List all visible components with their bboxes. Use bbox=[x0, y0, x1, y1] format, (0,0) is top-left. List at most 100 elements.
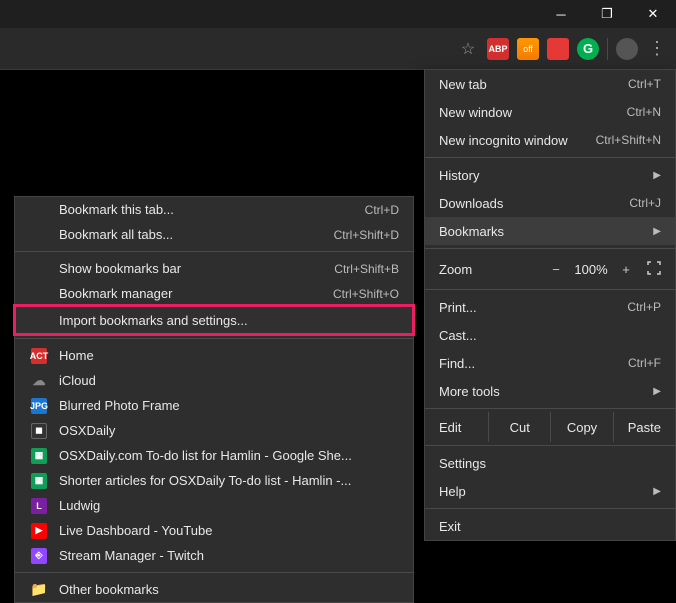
menu-label: Import bookmarks and settings... bbox=[59, 313, 399, 328]
bookmark-item[interactable]: ▦ OSXDaily.com To-do list for Hamlin - Go… bbox=[15, 443, 413, 468]
extension-honey-icon[interactable]: off bbox=[517, 38, 539, 60]
maximize-button[interactable]: ❐ bbox=[584, 0, 630, 28]
menu-zoom: Zoom − 100% + bbox=[425, 252, 675, 286]
extension-adblock-icon[interactable]: ABP bbox=[487, 38, 509, 60]
menu-label: Help bbox=[439, 484, 647, 499]
bookmark-item[interactable]: ▶Live Dashboard - YouTube bbox=[15, 518, 413, 543]
menu-separator bbox=[425, 445, 675, 446]
bookmark-label: Home bbox=[59, 348, 399, 363]
menu-separator bbox=[425, 508, 675, 509]
menu-incognito[interactable]: New incognito window Ctrl+Shift+N bbox=[425, 126, 675, 154]
cut-button[interactable]: Cut bbox=[488, 412, 550, 442]
menu-label: Bookmarks bbox=[439, 224, 647, 239]
menu-label: More tools bbox=[439, 384, 647, 399]
menu-label: New incognito window bbox=[439, 133, 596, 148]
menu-print[interactable]: Print... Ctrl+P bbox=[425, 293, 675, 321]
menu-shortcut: Ctrl+Shift+O bbox=[333, 287, 399, 301]
menu-shortcut: Ctrl+Shift+N bbox=[596, 133, 661, 147]
menu-help[interactable]: Help ▶ bbox=[425, 477, 675, 505]
menu-shortcut: Ctrl+Shift+D bbox=[334, 228, 399, 242]
bookmark-all-tabs[interactable]: Bookmark all tabs... Ctrl+Shift+D bbox=[15, 222, 413, 247]
favicon-icon: ☁ bbox=[31, 373, 47, 389]
bookmark-label: OSXDaily bbox=[59, 423, 399, 438]
favicon-icon: L bbox=[31, 498, 47, 514]
menu-downloads[interactable]: Downloads Ctrl+J bbox=[425, 189, 675, 217]
minimize-button[interactable]: ─ bbox=[538, 0, 584, 28]
bookmark-item[interactable]: L Ludwig bbox=[15, 493, 413, 518]
bookmark-item[interactable]: ▦ Shorter articles for OSXDaily To-do lis… bbox=[15, 468, 413, 493]
favicon-icon: ▦ bbox=[31, 473, 47, 489]
bookmark-item[interactable]: ◼OSXDaily bbox=[15, 418, 413, 443]
menu-settings[interactable]: Settings bbox=[425, 449, 675, 477]
copy-button[interactable]: Copy bbox=[550, 412, 612, 442]
menu-edit-row: Edit Cut Copy Paste bbox=[425, 412, 675, 442]
menu-label: Other bookmarks bbox=[59, 582, 399, 597]
menu-bookmarks[interactable]: Bookmarks ▶ bbox=[425, 217, 675, 245]
menu-label: Print... bbox=[439, 300, 627, 315]
menu-label: New window bbox=[439, 105, 627, 120]
close-button[interactable]: ✕ bbox=[630, 0, 676, 28]
favicon-icon: JPG bbox=[31, 398, 47, 414]
menu-separator bbox=[15, 251, 413, 252]
window-controls: ─ ❐ ✕ bbox=[538, 0, 676, 28]
favicon-icon: ⎆ bbox=[31, 548, 47, 564]
toolbar-separator bbox=[607, 38, 608, 60]
menu-separator bbox=[425, 248, 675, 249]
menu-separator bbox=[425, 157, 675, 158]
bookmark-label: Ludwig bbox=[59, 498, 399, 513]
menu-more-tools[interactable]: More tools ▶ bbox=[425, 377, 675, 405]
menu-new-tab[interactable]: New tab Ctrl+T bbox=[425, 70, 675, 98]
main-menu: New tab Ctrl+T New window Ctrl+N New inc… bbox=[424, 69, 676, 541]
show-bookmarks-bar[interactable]: Show bookmarks bar Ctrl+Shift+B bbox=[15, 256, 413, 281]
bookmark-star-icon[interactable]: ☆ bbox=[457, 38, 479, 60]
fullscreen-icon[interactable] bbox=[647, 261, 661, 278]
zoom-out-button[interactable]: − bbox=[543, 262, 569, 277]
menu-shortcut: Ctrl+F bbox=[628, 356, 661, 370]
other-bookmarks[interactable]: 📁 Other bookmarks bbox=[15, 577, 413, 602]
menu-label: Cast... bbox=[439, 328, 661, 343]
menu-label: New tab bbox=[439, 77, 628, 92]
bookmark-item[interactable]: ☁ iCloud bbox=[15, 368, 413, 393]
menu-shortcut: Ctrl+J bbox=[629, 196, 661, 210]
import-bookmarks[interactable]: Import bookmarks and settings... bbox=[15, 306, 413, 334]
favicon-icon: ▶ bbox=[31, 523, 47, 539]
bookmark-label: Blurred Photo Frame bbox=[59, 398, 399, 413]
edit-label: Edit bbox=[425, 412, 488, 442]
menu-new-window[interactable]: New window Ctrl+N bbox=[425, 98, 675, 126]
menu-label: Find... bbox=[439, 356, 628, 371]
menu-separator bbox=[425, 289, 675, 290]
bookmark-label: iCloud bbox=[59, 373, 399, 388]
menu-label: Settings bbox=[439, 456, 661, 471]
menu-label: Bookmark manager bbox=[59, 286, 333, 301]
menu-label: Exit bbox=[439, 519, 661, 534]
submenu-arrow-icon: ▶ bbox=[653, 170, 661, 181]
extension-grammarly-icon[interactable]: G bbox=[577, 38, 599, 60]
menu-cast[interactable]: Cast... bbox=[425, 321, 675, 349]
zoom-label: Zoom bbox=[439, 262, 543, 277]
menu-label: Show bookmarks bar bbox=[59, 261, 334, 276]
menu-history[interactable]: History ▶ bbox=[425, 161, 675, 189]
bookmark-manager[interactable]: Bookmark manager Ctrl+Shift+O bbox=[15, 281, 413, 306]
profile-avatar-icon[interactable] bbox=[616, 38, 638, 60]
zoom-in-button[interactable]: + bbox=[613, 262, 639, 277]
paste-button[interactable]: Paste bbox=[613, 412, 675, 442]
bookmark-label: Stream Manager - Twitch bbox=[59, 548, 399, 563]
bookmark-item[interactable]: ⎆ Stream Manager - Twitch bbox=[15, 543, 413, 568]
menu-shortcut: Ctrl+Shift+B bbox=[334, 262, 399, 276]
extension-lastpass-icon[interactable] bbox=[547, 38, 569, 60]
bookmark-label: OSXDaily.com To-do list for Hamlin - Goo… bbox=[59, 448, 399, 463]
menu-shortcut: Ctrl+T bbox=[628, 77, 661, 91]
favicon-icon: ▦ bbox=[31, 448, 47, 464]
submenu-arrow-icon: ▶ bbox=[653, 226, 661, 237]
bookmark-label: Shorter articles for OSXDaily To-do list… bbox=[59, 473, 399, 488]
submenu-arrow-icon: ▶ bbox=[653, 386, 661, 397]
menu-separator bbox=[425, 408, 675, 409]
bookmark-this-tab[interactable]: Bookmark this tab... Ctrl+D bbox=[15, 197, 413, 222]
menu-exit[interactable]: Exit bbox=[425, 512, 675, 540]
menu-label: Bookmark this tab... bbox=[59, 202, 365, 217]
bookmark-item[interactable]: ACTHome bbox=[15, 343, 413, 368]
more-menu-button[interactable]: ⋮ bbox=[646, 38, 668, 60]
bookmark-item[interactable]: JPG Blurred Photo Frame bbox=[15, 393, 413, 418]
menu-find[interactable]: Find... Ctrl+F bbox=[425, 349, 675, 377]
submenu-arrow-icon: ▶ bbox=[653, 486, 661, 497]
